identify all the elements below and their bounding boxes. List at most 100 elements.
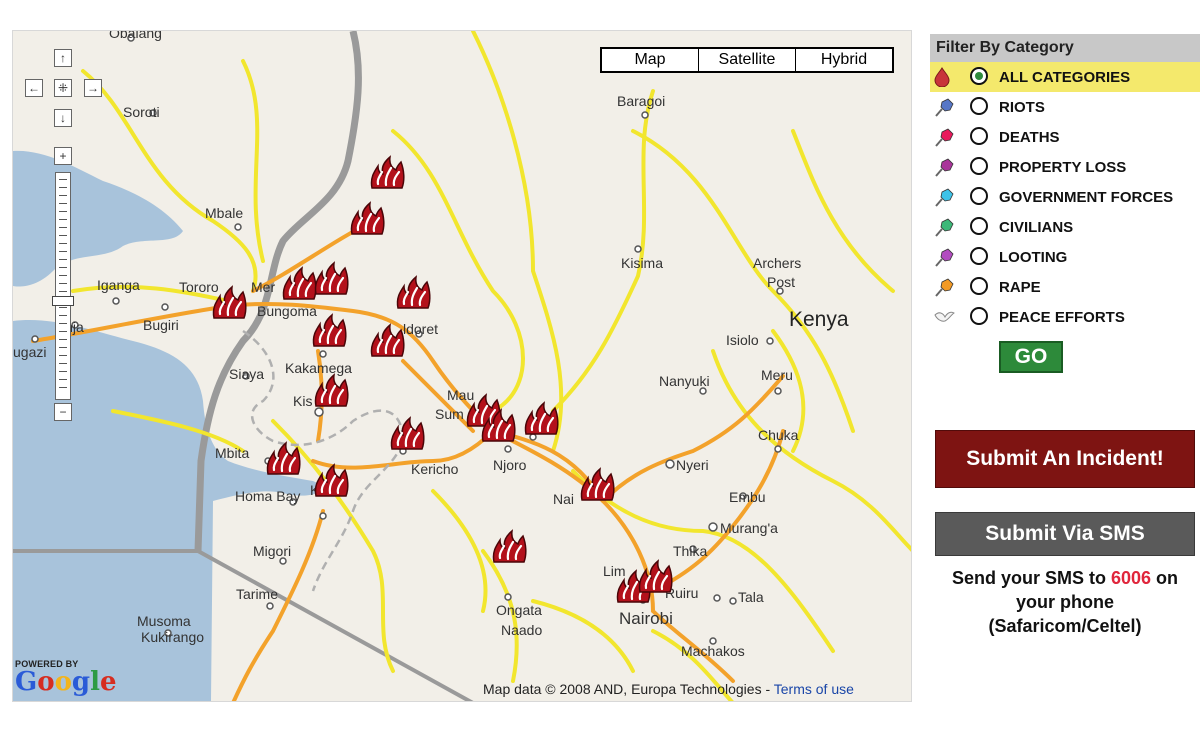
pan-left-button[interactable]: ← — [25, 79, 43, 97]
category-radio[interactable] — [970, 217, 988, 235]
pushpin-icon — [933, 97, 955, 124]
place-label: Machakos — [681, 643, 745, 659]
place-label: Soroti — [123, 104, 160, 120]
fire-incident-icon[interactable] — [210, 284, 248, 322]
fire-incident-icon[interactable] — [312, 260, 350, 298]
pan-down-button[interactable]: ↓ — [54, 109, 72, 127]
fire-incident-icon[interactable] — [312, 372, 350, 410]
google-logo: POWERED BY Google — [15, 659, 117, 695]
place-label: Nanyuki — [659, 373, 710, 389]
place-label: Kis — [293, 393, 313, 409]
category-label: PEACE EFFORTS — [999, 309, 1125, 326]
place-label: Archers — [753, 255, 802, 271]
fire-incident-icon[interactable] — [264, 440, 302, 478]
sms-instructions: Send your SMS to 6006 on your phone (Saf… — [930, 566, 1200, 638]
zoom-out-button[interactable]: − — [54, 403, 72, 421]
attribution-text: Map data © 2008 AND, Europa Technologies… — [483, 681, 774, 697]
google-letter: l — [90, 667, 100, 697]
fire-incident-icon[interactable] — [388, 415, 426, 453]
place-label: Mer — [251, 279, 276, 295]
pan-center-button[interactable]: ⁜ — [54, 79, 72, 97]
place-label: Bugiri — [143, 317, 179, 333]
place-label: Tarime — [236, 586, 279, 602]
zoom-slider[interactable] — [55, 172, 71, 400]
go-button[interactable]: GO — [999, 341, 1063, 373]
fire-incident-icon[interactable] — [479, 407, 517, 445]
submit-sms-button[interactable]: Submit Via SMS — [935, 512, 1195, 556]
place-label: Post — [767, 274, 796, 290]
place-label: Siaya — [229, 366, 265, 382]
place-label: Sum — [435, 406, 464, 422]
google-wordmark: Google — [15, 669, 117, 695]
category-radio[interactable] — [970, 277, 988, 295]
fire-incident-icon[interactable] — [394, 274, 432, 312]
category-list: ALL CATEGORIES RIOTS DEATHS PROPERTY LOSS GO… — [930, 62, 1200, 332]
category-row[interactable]: RAPE — [930, 272, 1200, 302]
submit-incident-button[interactable]: Submit An Incident! — [935, 430, 1195, 488]
fire-incident-icon[interactable] — [348, 200, 386, 238]
pushpin-icon — [933, 127, 955, 154]
google-letter: o — [54, 667, 72, 697]
place-label: Iganga — [97, 277, 140, 293]
map-type-map-button[interactable]: Map — [602, 49, 699, 71]
fire-incident-icon[interactable] — [636, 558, 674, 596]
pan-up-button[interactable]: ↑ — [54, 49, 72, 67]
fire-incident-icon[interactable] — [490, 528, 528, 566]
fire-incident-icon[interactable] — [310, 312, 348, 350]
country-label: Kenya — [789, 308, 849, 331]
sms-prefix: Send your SMS to — [951, 568, 1111, 588]
category-row[interactable]: CIVILIANS — [930, 212, 1200, 242]
google-letter: g — [71, 667, 91, 697]
place-label: ldoret — [403, 321, 439, 337]
category-radio[interactable] — [970, 187, 988, 205]
category-radio[interactable] — [970, 67, 988, 85]
map-type-satellite-button[interactable]: Satellite — [699, 49, 796, 71]
category-radio[interactable] — [970, 247, 988, 265]
place-label: Nairobi — [619, 609, 673, 628]
place-label: Chuka — [758, 427, 799, 443]
pan-right-button[interactable]: → — [84, 79, 102, 97]
place-label: Kukirango — [141, 629, 205, 645]
place-label: Obalang — [109, 30, 162, 41]
place-label: Nai — [553, 491, 575, 507]
category-radio[interactable] — [970, 157, 988, 175]
fire-incident-icon[interactable] — [312, 462, 350, 500]
fire-incident-icon[interactable] — [368, 322, 406, 360]
zoom-in-button[interactable]: + — [54, 147, 72, 165]
place-label: Tala — [738, 589, 764, 605]
place-label: Kisima — [621, 255, 664, 271]
place-label: Njoro — [493, 457, 527, 473]
category-row[interactable]: LOOTING — [930, 242, 1200, 272]
pushpin-icon — [933, 277, 955, 304]
category-row[interactable]: PROPERTY LOSS — [930, 152, 1200, 182]
place-label: Bungoma — [257, 303, 317, 319]
sms-networks: (Safaricom/Celtel) — [988, 616, 1142, 636]
place-label: Mbita — [215, 445, 250, 461]
category-label: LOOTING — [999, 249, 1068, 266]
category-radio[interactable] — [970, 127, 988, 145]
category-row[interactable]: RIOTS — [930, 92, 1200, 122]
place-label: Naado — [501, 622, 543, 638]
category-label: DEATHS — [999, 129, 1060, 146]
google-letter: o — [37, 667, 55, 697]
category-label: RAPE — [999, 279, 1041, 296]
category-radio[interactable] — [970, 307, 988, 325]
pushpin-icon — [933, 157, 955, 184]
fire-incident-icon[interactable] — [368, 154, 406, 192]
pushpin-icon — [933, 217, 955, 244]
category-radio[interactable] — [970, 97, 988, 115]
category-row[interactable]: GOVERNMENT FORCES — [930, 182, 1200, 212]
category-row[interactable]: PEACE EFFORTS — [930, 302, 1200, 332]
terms-of-use-link[interactable]: Terms of use — [774, 681, 854, 697]
category-row[interactable]: DEATHS — [930, 122, 1200, 152]
fire-incident-icon[interactable] — [578, 466, 616, 504]
map-type-hybrid-button[interactable]: Hybrid — [796, 49, 892, 71]
place-label: Musoma — [137, 613, 191, 629]
fire-incident-icon[interactable] — [522, 400, 560, 438]
map-view[interactable]: Obalang Soroti Mbale Iganga Tororo Mer B… — [12, 30, 912, 702]
place-label: Kericho — [411, 461, 459, 477]
category-row[interactable]: ALL CATEGORIES — [930, 62, 1200, 92]
place-label: Homa Bay — [235, 488, 301, 504]
google-letter: G — [15, 667, 38, 697]
zoom-slider-thumb[interactable] — [52, 296, 74, 306]
